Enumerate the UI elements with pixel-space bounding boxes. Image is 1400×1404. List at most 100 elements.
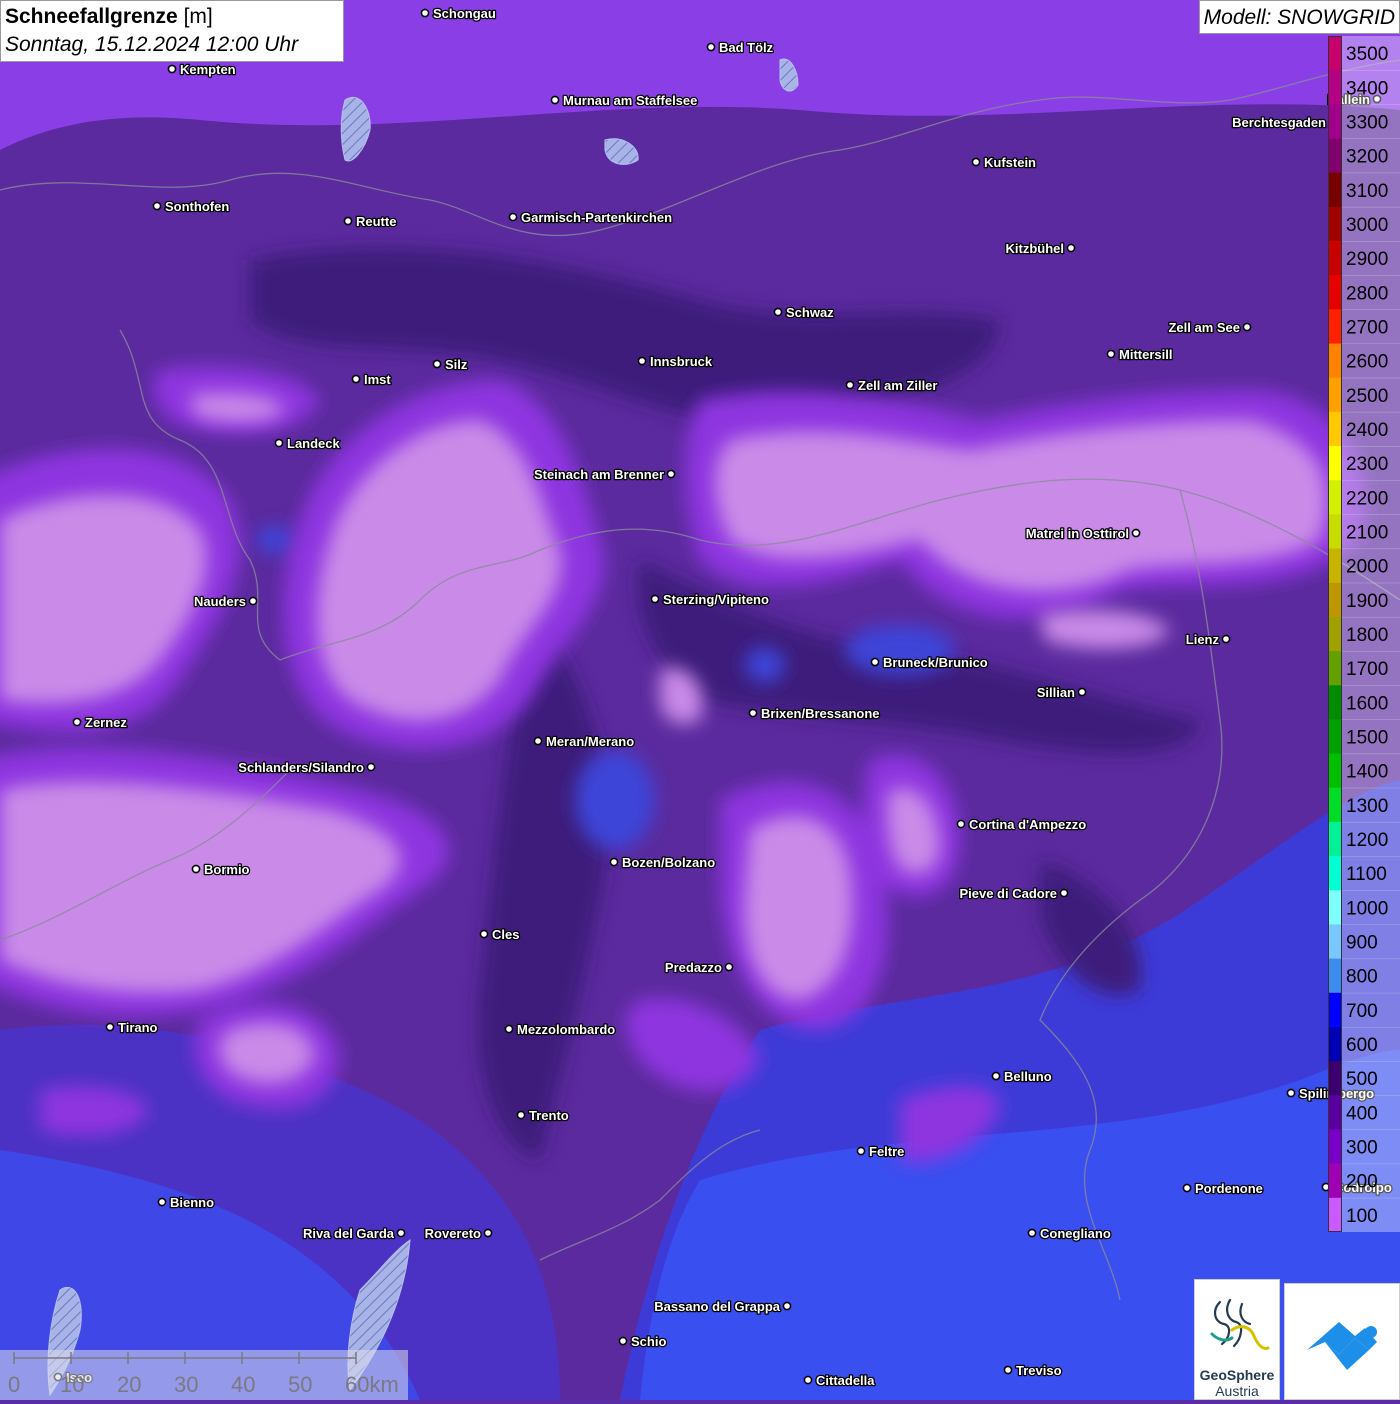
legend-label: 1800 (1346, 625, 1388, 646)
place-marker[interactable]: Steinach am Brenner (533, 466, 676, 483)
legend-label: 2700 (1346, 317, 1388, 338)
place-dot (516, 1110, 526, 1120)
place-label: Bienno (170, 1195, 214, 1210)
place-label: Nauders (194, 594, 246, 609)
place-marker[interactable]: Cortina d'Ampezzo (956, 816, 1088, 833)
place-label: Reutte (356, 214, 396, 229)
place-label: Steinach am Brenner (534, 467, 664, 482)
place-marker[interactable]: Pieve di Cadore (958, 885, 1069, 902)
place-marker[interactable]: Berchtesgaden (1231, 114, 1338, 131)
place-dot (343, 216, 353, 226)
place-marker[interactable]: Riva del Garda (302, 1225, 406, 1242)
legend-swatch (1328, 1095, 1342, 1130)
place-marker[interactable]: Murnau am Staffelsee (550, 92, 699, 109)
place-dot (637, 356, 647, 366)
legend-label: 1900 (1346, 591, 1388, 612)
place-dot (748, 708, 758, 718)
place-marker[interactable]: Bassano del Grappa (653, 1298, 792, 1315)
place-dot (706, 42, 716, 52)
place-dot (618, 1336, 628, 1346)
place-dot (1221, 634, 1231, 644)
place-label: Rovereto (425, 1226, 481, 1241)
place-label: Kufstein (984, 155, 1036, 170)
legend-swatch (1328, 309, 1342, 345)
place-label: Cles (492, 927, 519, 942)
legend-swatch (1328, 1197, 1342, 1232)
legend-label: 500 (1346, 1069, 1378, 1090)
place-label: Innsbruck (650, 354, 713, 369)
place-label: Brixen/Bressanone (761, 706, 880, 721)
place-label: Schwaz (786, 305, 834, 320)
model-label: Modell: SNOWGRID (1198, 0, 1400, 34)
place-label: Bassano del Grappa (654, 1299, 780, 1314)
place-marker[interactable]: Sterzing/Vipiteno (650, 591, 770, 608)
place-label: Landeck (287, 436, 341, 451)
legend-swatch (1328, 1026, 1342, 1062)
place-marker[interactable]: Garmisch-Partenkirchen (508, 209, 673, 226)
place-dot (432, 359, 442, 369)
parameter-name: Schneefallgrenze (5, 5, 178, 28)
place-marker[interactable]: Zell am Ziller (845, 377, 939, 394)
legend-label: 2900 (1346, 249, 1388, 270)
legend-label: 1300 (1346, 796, 1388, 817)
place-marker[interactable]: Schlanders/Silandro (237, 759, 376, 776)
place-dot (105, 1022, 115, 1032)
place-label: Lienz (1186, 632, 1220, 647)
app-logo[interactable] (1284, 1283, 1400, 1400)
place-marker[interactable]: Schongau (420, 5, 497, 22)
place-label: Feltre (869, 1144, 904, 1159)
place-dot (508, 212, 518, 222)
place-marker[interactable]: Innsbruck (637, 353, 714, 370)
legend-swatch (1328, 70, 1342, 105)
place-marker[interactable]: Bruneck/Brunico (870, 654, 989, 671)
legend-swatch (1328, 753, 1342, 789)
place-marker[interactable]: Sonthofen (152, 198, 231, 215)
place-label: Sillian (1037, 685, 1075, 700)
place-marker[interactable]: Matrei in Osttirol (1024, 525, 1141, 542)
place-marker[interactable]: Meran/Merano (533, 733, 635, 750)
place-label: Garmisch-Partenkirchen (521, 210, 672, 225)
place-marker[interactable]: Mezzolombardo (504, 1021, 617, 1038)
legend-label: 100 (1346, 1206, 1378, 1227)
legend-label: 2800 (1346, 283, 1388, 304)
legend-label: 3200 (1346, 147, 1388, 168)
legend-swatch (1328, 924, 1342, 960)
place-marker[interactable]: Cittadella (803, 1372, 877, 1389)
snowfall-line-map[interactable]: Schongau Kempten Bad Tölz Murnau am Staffel… (0, 0, 1400, 1400)
place-dot (366, 762, 376, 772)
place-dot (504, 1024, 514, 1034)
legend-swatch (1328, 138, 1342, 174)
place-marker[interactable]: Brixen/Bressanone (748, 705, 881, 722)
legend-swatch (1328, 172, 1342, 208)
place-dot (396, 1228, 406, 1238)
place-label: Trento (529, 1108, 569, 1123)
place-label: Schio (631, 1334, 666, 1349)
place-label: Zell am See (1168, 320, 1240, 335)
place-dot (803, 1375, 813, 1385)
place-dot (724, 962, 734, 972)
place-marker[interactable]: Zell am See (1167, 319, 1252, 336)
legend-label: 2500 (1346, 386, 1388, 407)
place-label: Conegliano (1040, 1226, 1111, 1241)
legend-swatch (1328, 856, 1342, 891)
app-mountain-icon (1307, 1322, 1377, 1370)
legend-swatch (1328, 651, 1342, 686)
place-label: Bormio (204, 862, 250, 877)
place-label: Sterzing/Vipiteno (663, 592, 769, 607)
legend-swatch (1328, 890, 1342, 925)
place-dot (533, 736, 543, 746)
place-dot (72, 717, 82, 727)
map-title-box: Schneefallgrenze [m] Sonntag, 15.12.2024… (0, 0, 344, 62)
geosphere-subtitle: Austria (1215, 1383, 1259, 1399)
place-marker[interactable]: Pordenone (1182, 1180, 1264, 1197)
place-dot (773, 307, 783, 317)
legend-swatch (1328, 719, 1342, 755)
legend-label: 600 (1346, 1035, 1378, 1056)
legend-swatch (1328, 104, 1342, 140)
place-dot (650, 594, 660, 604)
geosphere-logo[interactable]: GeoSphere Austria (1194, 1279, 1280, 1400)
legend-label: 1200 (1346, 830, 1388, 851)
place-marker[interactable]: Bozen/Bolzano (609, 854, 717, 871)
legend-label: 900 (1346, 933, 1378, 954)
place-marker[interactable]: Conegliano (1027, 1225, 1112, 1242)
